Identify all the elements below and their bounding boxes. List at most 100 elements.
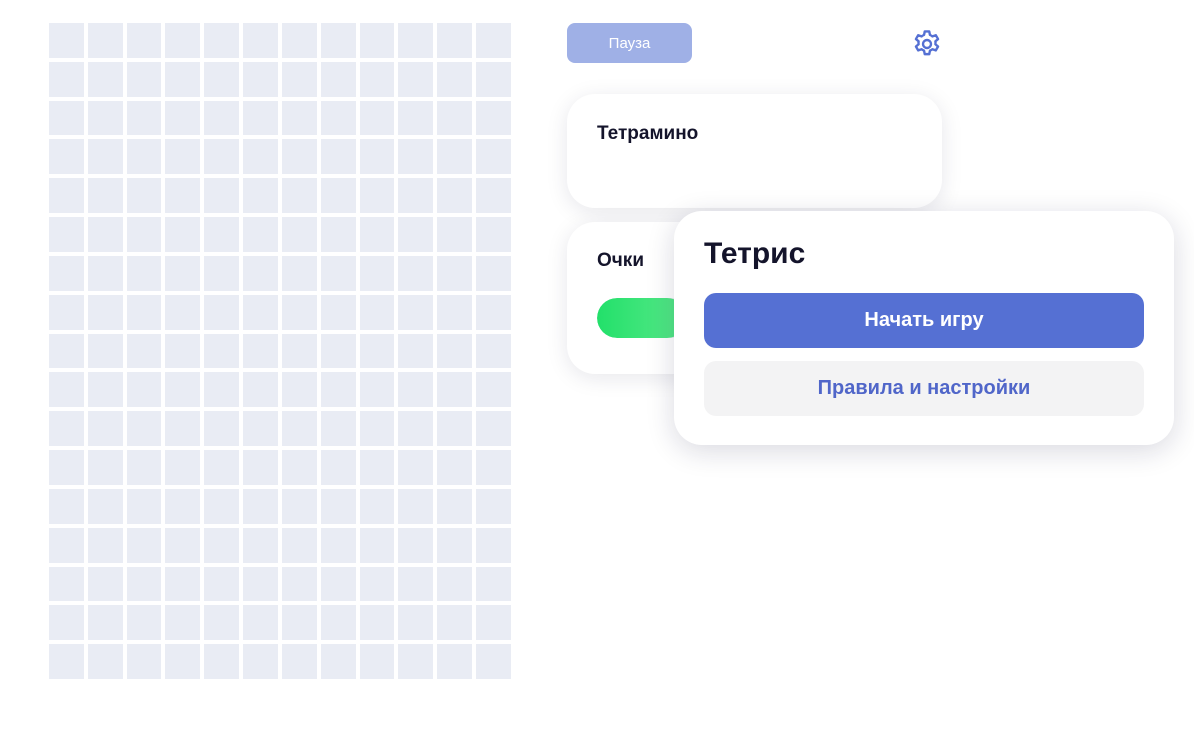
board-cell xyxy=(243,100,278,136)
pause-button[interactable]: Пауза xyxy=(567,23,692,63)
board-cell xyxy=(398,255,434,291)
board-cell xyxy=(165,488,201,524)
board-cell xyxy=(476,411,511,447)
board-cell xyxy=(437,566,473,602)
board-cell xyxy=(204,178,240,214)
board-cell xyxy=(281,527,317,563)
board-cell xyxy=(398,61,434,97)
board-cell xyxy=(126,333,162,369)
board-cell xyxy=(398,488,434,524)
board-cell xyxy=(204,61,240,97)
board-cell xyxy=(49,488,84,524)
rules-settings-button[interactable]: Правила и настройки xyxy=(704,361,1144,416)
board-cell xyxy=(165,217,201,252)
board-cell xyxy=(476,527,511,563)
board-cell xyxy=(49,333,84,369)
board-cell xyxy=(49,255,84,291)
board-cell xyxy=(359,566,395,602)
board-cell xyxy=(87,139,123,175)
board-cell xyxy=(437,605,473,641)
board-cell xyxy=(320,372,356,408)
board-cell xyxy=(359,644,395,679)
board-cell xyxy=(476,255,511,291)
board-cell xyxy=(243,61,278,97)
start-game-button[interactable]: Начать игру xyxy=(704,293,1144,348)
board-cell xyxy=(320,23,356,58)
board-cell xyxy=(126,450,162,485)
next-piece-card: Тетрамино xyxy=(567,94,942,208)
board-cell xyxy=(204,605,240,641)
board-cell xyxy=(87,566,123,602)
board-cell xyxy=(126,178,162,214)
board-cell xyxy=(476,217,511,252)
board-cell xyxy=(49,450,84,485)
board-cell xyxy=(126,566,162,602)
board-cell xyxy=(437,450,473,485)
board-cell xyxy=(204,488,240,524)
board-cell xyxy=(165,100,201,136)
board-cell xyxy=(49,217,84,252)
board-cell xyxy=(204,333,240,369)
board-cell xyxy=(204,255,240,291)
board-cell xyxy=(165,566,201,602)
board-cell xyxy=(359,372,395,408)
board-cell xyxy=(126,411,162,447)
board-cell xyxy=(126,217,162,252)
board-cell xyxy=(476,450,511,485)
board-cell xyxy=(476,605,511,641)
board-cell xyxy=(126,100,162,136)
board-cell xyxy=(359,217,395,252)
board-cell xyxy=(359,450,395,485)
board-cell xyxy=(204,294,240,330)
board-cell xyxy=(359,100,395,136)
board-cell xyxy=(49,566,84,602)
board-cell xyxy=(437,488,473,524)
board-cell xyxy=(398,139,434,175)
board-cell xyxy=(126,294,162,330)
board-cell xyxy=(243,450,278,485)
gear-icon[interactable] xyxy=(911,28,943,60)
board-cell xyxy=(398,527,434,563)
board-cell xyxy=(437,23,473,58)
board-cell xyxy=(320,139,356,175)
board-cell xyxy=(359,333,395,369)
board-cell xyxy=(87,294,123,330)
board-cell xyxy=(281,217,317,252)
board-cell xyxy=(476,566,511,602)
board-cell xyxy=(359,527,395,563)
board-cell xyxy=(204,411,240,447)
board-cell xyxy=(281,100,317,136)
board-cell xyxy=(398,566,434,602)
board-cell xyxy=(437,61,473,97)
board-cell xyxy=(87,255,123,291)
board-cell xyxy=(204,139,240,175)
board-cell xyxy=(165,23,201,58)
board-cell xyxy=(126,605,162,641)
board-cell xyxy=(87,100,123,136)
board-cell xyxy=(437,178,473,214)
board-cell xyxy=(243,178,278,214)
board-cell xyxy=(243,139,278,175)
board-cell xyxy=(243,217,278,252)
board-cell xyxy=(165,333,201,369)
board-cell xyxy=(320,527,356,563)
board-cell xyxy=(281,255,317,291)
board-cell xyxy=(165,644,201,679)
board-cell xyxy=(320,61,356,97)
board-cell xyxy=(204,450,240,485)
board-cell xyxy=(49,23,84,58)
score-title: Очки xyxy=(597,250,644,271)
board-cell xyxy=(87,450,123,485)
board-cell xyxy=(476,61,511,97)
board-cell xyxy=(398,372,434,408)
board-cell xyxy=(398,294,434,330)
board-cell xyxy=(243,605,278,641)
board-cell xyxy=(476,333,511,369)
board-cell xyxy=(204,23,240,58)
board-cell xyxy=(320,488,356,524)
board-cell xyxy=(281,450,317,485)
board-cell xyxy=(437,411,473,447)
board-cell xyxy=(165,372,201,408)
next-piece-title: Тетрамино xyxy=(597,123,699,144)
board-cell xyxy=(87,178,123,214)
